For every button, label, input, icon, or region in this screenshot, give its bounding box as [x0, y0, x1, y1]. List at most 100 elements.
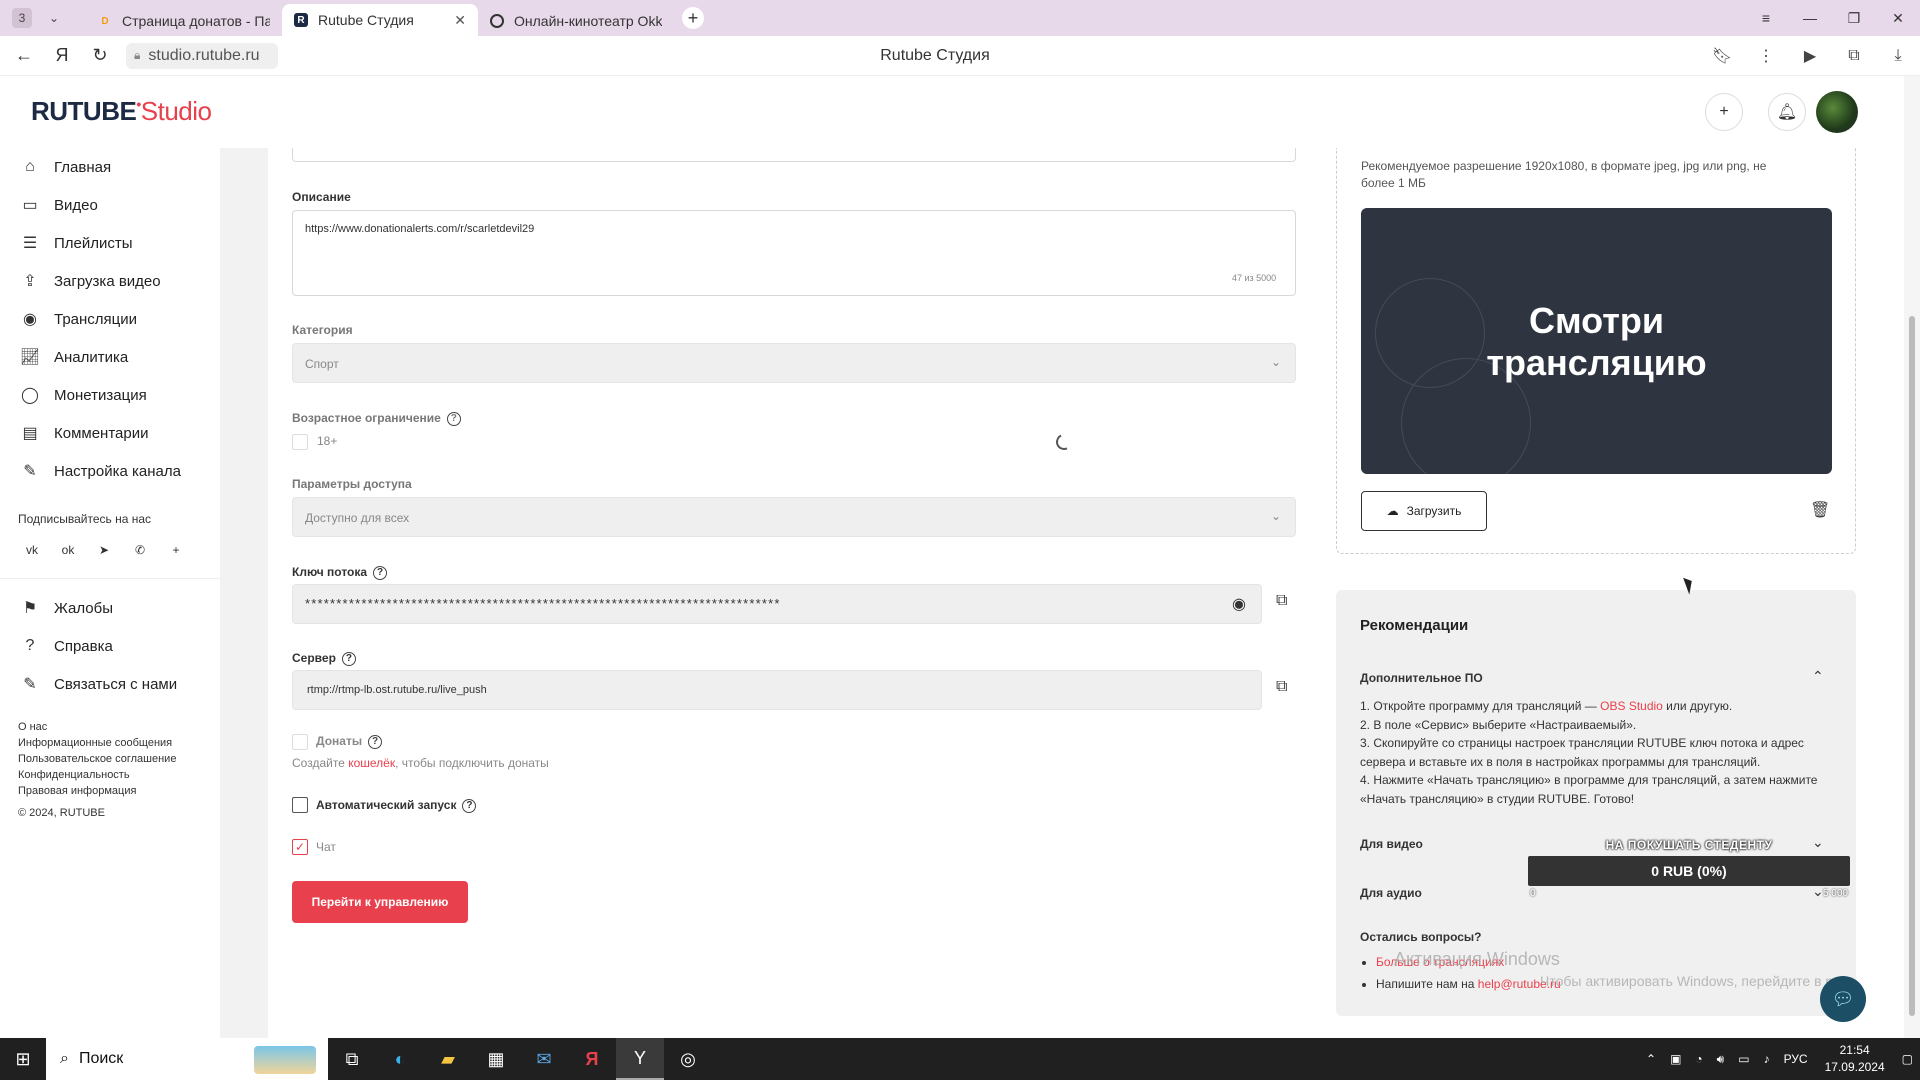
footer-link-info[interactable]: Информационные сообщения: [18, 735, 220, 751]
sidebar-item-help[interactable]: ? Справка: [0, 627, 220, 665]
help-circle-icon[interactable]: ?: [462, 798, 477, 813]
help-circle-icon[interactable]: ?: [373, 565, 388, 580]
mail-icon[interactable]: ✉: [520, 1038, 568, 1080]
access-select[interactable]: [292, 497, 1296, 537]
for-video-section[interactable]: Для видео: [1360, 837, 1423, 851]
support-chat-button[interactable]: 💬︎: [1820, 976, 1866, 1022]
viber-icon[interactable]: ✆: [130, 540, 150, 560]
yandex-app-icon[interactable]: Я: [568, 1038, 616, 1080]
network-icon[interactable]: ▭: [1731, 1052, 1756, 1066]
download-icon[interactable]: ⤓: [1876, 47, 1920, 65]
file-explorer-icon[interactable]: ▰: [424, 1038, 472, 1080]
sound-mixer-icon[interactable]: ♪: [1757, 1052, 1777, 1066]
language-indicator[interactable]: РУС: [1777, 1052, 1815, 1066]
description-value: https://www.donationalerts.com/r/scarlet…: [305, 223, 535, 235]
for-audio-section[interactable]: Для аудио: [1360, 886, 1422, 900]
more-icon[interactable]: ⋮: [1744, 46, 1788, 66]
windows-start-icon[interactable]: ⊞: [0, 1038, 46, 1080]
help-circle-icon[interactable]: ?: [368, 734, 383, 749]
sidebar-divider: [0, 578, 220, 579]
video-icon: ▭: [22, 197, 38, 214]
volume-icon[interactable]: 🔊︎: [1710, 1052, 1732, 1067]
minimize-icon[interactable]: —: [1788, 10, 1832, 26]
sidebar-item-home[interactable]: ⌂ Главная: [0, 148, 220, 186]
title-field[interactable]: [292, 148, 1296, 162]
store-icon[interactable]: ▦: [472, 1038, 520, 1080]
age-restriction-label: Возрастное ограничение?: [292, 411, 461, 426]
help-circle-icon[interactable]: ?: [341, 651, 356, 666]
eye-icon[interactable]: ◉: [1232, 594, 1246, 614]
yandex-browser-icon[interactable]: Y: [616, 1038, 664, 1080]
step-2: 2. В поле «Сервис» выберите «Настраиваем…: [1360, 717, 1637, 732]
scrollbar-thumb[interactable]: [1909, 316, 1915, 1016]
software-section-title[interactable]: Дополнительное ПО: [1360, 671, 1483, 685]
taskbar-search[interactable]: ⌕ Поиск: [46, 1038, 328, 1080]
step-1: 1. Откройте программу для трансляций — O…: [1360, 697, 1840, 716]
help-circle-icon[interactable]: ?: [446, 411, 461, 426]
autostart-checkbox[interactable]: [292, 797, 308, 813]
browser-menu-icon[interactable]: ≡: [1744, 10, 1788, 26]
add-content-icon[interactable]: +: [1705, 93, 1743, 131]
system-tray: ⌃ ▣ ◔ 🔊︎ ▭ ♪ РУС 21:54 17.09.2024 ▢: [1639, 1038, 1920, 1080]
notifications-bell-icon[interactable]: 🔔︎: [1768, 93, 1806, 131]
avatar[interactable]: [1816, 91, 1858, 133]
sidebar-item-comments[interactable]: ▤ Комментарии: [0, 414, 220, 452]
sidebar-item-broadcasts[interactable]: ◉ Трансляции: [0, 300, 220, 338]
media-icon[interactable]: ▶: [1788, 46, 1832, 66]
footer-link-terms[interactable]: Пользовательское соглашение: [18, 751, 220, 767]
copy-stream-key-icon[interactable]: ⧉: [1276, 592, 1287, 610]
ok-icon[interactable]: ok: [58, 540, 78, 560]
rutube-studio-logo[interactable]: RUTUBE•Studio: [31, 96, 212, 127]
clock[interactable]: 21:54 17.09.2024: [1815, 1042, 1895, 1076]
sidebar-item-upload[interactable]: ⇪ Загрузка видео: [0, 262, 220, 300]
footer-link-legal[interactable]: Правовая информация: [18, 783, 220, 799]
browser-tab-okko[interactable]: Онлайн-кинотеатр Okko: [478, 6, 674, 36]
tray-app-icon[interactable]: ◔: [1688, 1052, 1709, 1066]
browser-tab-rutube-studio[interactable]: R Rutube Студия ✕: [282, 4, 478, 36]
sidebar-item-channel-settings[interactable]: ✎ Настройка канала: [0, 452, 220, 490]
sidebar-item-monetization[interactable]: ◯ Монетизация: [0, 376, 220, 414]
step-3: 3. Скопируйте со страницы настроек транс…: [1360, 736, 1804, 769]
extensions-icon[interactable]: ⧉: [1832, 47, 1876, 65]
chat-checkbox[interactable]: ✓: [292, 839, 308, 855]
tray-chevron-icon[interactable]: ⌃: [1639, 1052, 1663, 1066]
help-icon: ?: [25, 637, 35, 654]
go-to-control-button[interactable]: Перейти к управлению: [292, 881, 468, 923]
close-tab-icon[interactable]: ✕: [454, 12, 466, 29]
sidebar-item-contact[interactable]: ✎ Связаться с нами: [0, 665, 220, 703]
tab-count-badge[interactable]: 3: [12, 8, 32, 28]
notifications-icon[interactable]: ▢: [1895, 1052, 1920, 1066]
upload-cover-button[interactable]: ☁ Загрузить: [1361, 491, 1487, 531]
bookmark-icon[interactable]: 🔖︎: [1700, 46, 1744, 66]
more-socials-icon[interactable]: +: [166, 540, 186, 560]
create-wallet-link[interactable]: кошелёк: [348, 756, 395, 770]
chevron-up-icon[interactable]: ⌃: [1812, 668, 1824, 685]
age-18-checkbox[interactable]: [292, 434, 308, 450]
age-restriction-text: Возрастное ограничение: [292, 411, 441, 425]
footer-link-about[interactable]: О нас: [18, 719, 220, 735]
sidebar-item-analytics[interactable]: 📈︎ Аналитика: [0, 338, 220, 376]
browser-tab-donations[interactable]: D Страница донатов - Пане: [86, 6, 282, 36]
obs-studio-link[interactable]: OBS Studio: [1600, 699, 1663, 713]
telegram-icon[interactable]: ➤: [94, 540, 114, 560]
sidebar-item-playlists[interactable]: ☰ Плейлисты: [0, 224, 220, 262]
sidebar-item-complaints[interactable]: ⚑ Жалобы: [0, 589, 220, 627]
sidebar-item-video[interactable]: ▭ Видео: [0, 186, 220, 224]
close-window-icon[interactable]: ✕: [1876, 10, 1920, 27]
sidebar-item-label: Видео: [54, 196, 98, 214]
copy-server-icon[interactable]: ⧉: [1276, 678, 1287, 696]
category-select[interactable]: [292, 343, 1296, 383]
edge-icon[interactable]: ◐: [376, 1038, 424, 1080]
tab-list-chevron-icon[interactable]: ⌄: [42, 6, 66, 30]
obs-icon[interactable]: ◎: [664, 1038, 712, 1080]
trash-icon[interactable]: 🗑︎: [1810, 500, 1830, 520]
donations-checkbox[interactable]: [292, 734, 308, 750]
restore-icon[interactable]: ❐: [1832, 10, 1876, 27]
footer-link-privacy[interactable]: Конфиденциальность: [18, 767, 220, 783]
new-tab-button[interactable]: +: [682, 7, 704, 29]
task-view-icon[interactable]: ⧉: [328, 1038, 376, 1080]
page-scrollbar[interactable]: [1904, 76, 1920, 1038]
donations-label: Донаты?: [316, 734, 383, 749]
tray-app-icon[interactable]: ▣: [1663, 1052, 1688, 1066]
vk-icon[interactable]: vk: [22, 540, 42, 560]
